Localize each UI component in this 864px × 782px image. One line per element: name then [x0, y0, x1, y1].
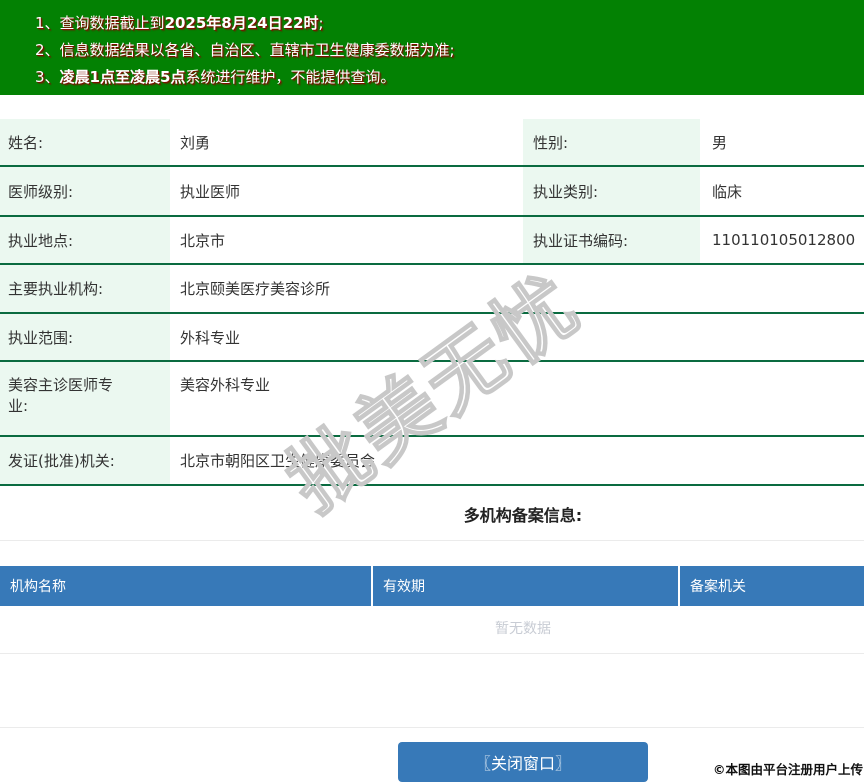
field-value-certificate-number: 110110105012800	[712, 231, 856, 249]
info-row-practice-scope: 执业范围: 外科专业	[0, 314, 864, 362]
notice-line-2: 2、信息数据结果以各省、自治区、直辖市卫生健康委数据为准;	[35, 37, 864, 64]
info-row-issuing-authority: 发证(批准)机关: 北京市朝阳区卫生健康委员会	[0, 437, 864, 486]
filing-col-validity-period: 有效期	[373, 566, 680, 606]
field-label-doctor-level: 医师级别:	[0, 167, 170, 215]
field-value-practice-location: 北京市	[180, 231, 226, 250]
notice-num: 2、	[35, 41, 60, 59]
notice-num: 1、	[35, 14, 60, 32]
notice-text: 查询数据截止到	[59, 14, 165, 32]
notice-text-bold: 凌晨1点至凌晨5点	[59, 68, 186, 86]
field-value-practice-scope: 外科专业	[180, 328, 241, 347]
notice-banner: 1、查询数据截止到2025年8月24日22时; 2、信息数据结果以各省、自治区、…	[0, 0, 864, 95]
filing-col-filing-authority: 备案机关	[690, 579, 746, 595]
upload-attribution-watermark: ©本图由平台注册用户上传	[712, 762, 863, 777]
divider	[0, 653, 864, 654]
field-label-certificate-number: 执业证书编码:	[523, 217, 700, 263]
notice-line-1: 1、查询数据截止到2025年8月24日22时;	[35, 10, 864, 37]
close-window-button[interactable]: 〖关闭窗口〗	[398, 742, 648, 782]
filing-col-institution-name: 机构名称	[0, 566, 373, 606]
field-label-practice-location: 执业地点:	[0, 217, 170, 263]
notice-num: 3、	[35, 68, 60, 86]
info-row-location-certno: 执业地点: 北京市 执业证书编码: 110110105012800	[0, 217, 864, 265]
info-row-main-institution: 主要执业机构: 北京颐美医疗美容诊所	[0, 265, 864, 314]
filing-table-header: 机构名称 有效期 备案机关	[0, 566, 864, 606]
notice-text-bold: 2025年8月24日22时	[164, 14, 319, 32]
field-value-cosmetic-specialty: 美容外科专业	[180, 376, 271, 394]
field-label-name: 姓名:	[0, 119, 170, 165]
info-row-level-category: 医师级别: 执业医师 执业类别: 临床	[0, 167, 864, 217]
field-value-practice-category: 临床	[712, 182, 743, 201]
notice-text: 系统进行维护，不能提供查询。	[185, 68, 396, 86]
field-label-practice-scope: 执业范围:	[0, 314, 170, 360]
field-label-issuing-authority: 发证(批准)机关:	[0, 437, 170, 484]
divider	[0, 540, 864, 541]
field-value-name: 刘勇	[180, 133, 211, 152]
multi-org-section-title: 多机构备案信息:	[463, 506, 583, 525]
page: 1、查询数据截止到2025年8月24日22时; 2、信息数据结果以各省、自治区、…	[0, 0, 864, 782]
info-row-cosmetic-specialty: 美容主诊医师专业: 美容外科专业	[0, 362, 864, 437]
field-label-main-institution: 主要执业机构:	[0, 265, 170, 312]
practitioner-info-table: 姓名: 刘勇 性别: 男 医师级别: 执业医师 执业类别: 临床 执业地点: 北…	[0, 119, 864, 486]
filing-table-empty-state: 暂无数据	[495, 621, 551, 637]
notice-text: 信息数据结果以各省、自治区、直辖市卫生健康委数据为准;	[59, 41, 455, 59]
field-value-gender: 男	[712, 133, 728, 152]
divider	[0, 727, 864, 728]
field-label-gender: 性别:	[523, 119, 700, 165]
notice-text: ;	[318, 14, 324, 32]
field-label-practice-category: 执业类别:	[523, 167, 700, 215]
field-label-cosmetic-specialty: 美容主诊医师专业:	[0, 362, 170, 435]
field-value-doctor-level: 执业医师	[180, 182, 241, 201]
field-value-main-institution: 北京颐美医疗美容诊所	[180, 280, 331, 298]
notice-line-3: 3、凌晨1点至凌晨5点系统进行维护，不能提供查询。	[35, 64, 864, 91]
info-row-name-gender: 姓名: 刘勇 性别: 男	[0, 119, 864, 167]
field-value-issuing-authority: 北京市朝阳区卫生健康委员会	[180, 452, 376, 470]
